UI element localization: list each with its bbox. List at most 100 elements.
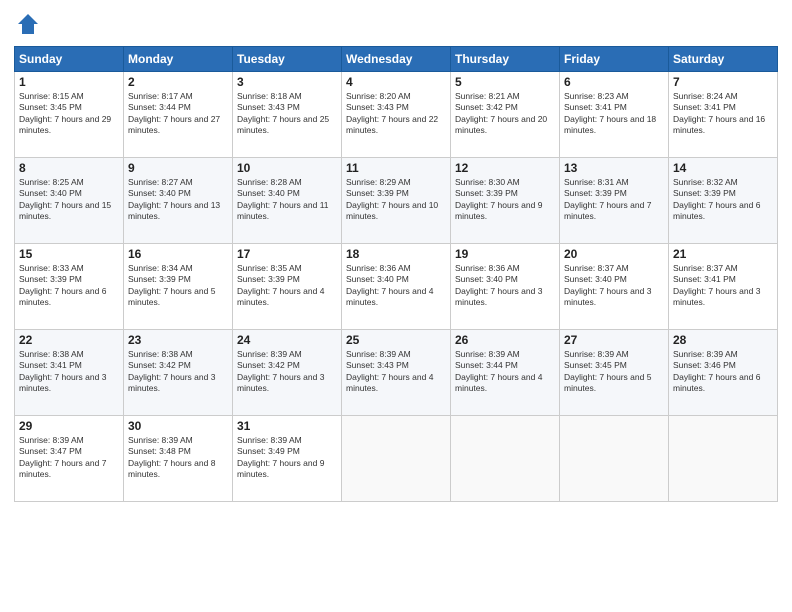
calendar-cell: 13 Sunrise: 8:31 AMSunset: 3:39 PMDayligh…: [560, 158, 669, 244]
calendar-cell: 11Sunrise: 8:29 AMSunset: 3:39 PMDayligh…: [342, 158, 451, 244]
calendar-cell: 21Sunrise: 8:37 AMSunset: 3:41 PMDayligh…: [669, 244, 778, 330]
day-number: 28: [673, 333, 773, 347]
calendar-cell: 29 Sunrise: 8:39 AMSunset: 3:47 PMDayligh…: [15, 416, 124, 502]
calendar-cell: 6Sunrise: 8:23 AMSunset: 3:41 PMDaylight…: [560, 72, 669, 158]
calendar-cell: 31 Sunrise: 8:39 AMSunset: 3:49 PMDayligh…: [233, 416, 342, 502]
day-number: 26: [455, 333, 555, 347]
day-number: 1: [19, 75, 119, 89]
calendar-week-5: 29 Sunrise: 8:39 AMSunset: 3:47 PMDayligh…: [15, 416, 778, 502]
day-info: Sunrise: 8:37 AMSunset: 3:40 PMDaylight:…: [564, 263, 664, 309]
day-info: Sunrise: 8:39 AMSunset: 3:45 PMDaylight:…: [564, 349, 664, 395]
calendar-week-4: 22 Sunrise: 8:38 AMSunset: 3:41 PMDayligh…: [15, 330, 778, 416]
day-number: 11: [346, 161, 446, 175]
day-number: 22: [19, 333, 119, 347]
col-header-friday: Friday: [560, 47, 669, 72]
calendar-week-2: 8Sunrise: 8:25 AMSunset: 3:40 PMDaylight…: [15, 158, 778, 244]
day-info: Sunrise: 8:39 AMSunset: 3:48 PMDaylight:…: [128, 435, 228, 481]
col-header-monday: Monday: [124, 47, 233, 72]
day-number: 17: [237, 247, 337, 261]
day-number: 13: [564, 161, 664, 175]
day-info: Sunrise: 8:39 AMSunset: 3:47 PMDaylight:…: [19, 435, 119, 481]
day-info: Sunrise: 8:34 AMSunset: 3:39 PMDaylight:…: [128, 263, 228, 309]
col-header-thursday: Thursday: [451, 47, 560, 72]
col-header-tuesday: Tuesday: [233, 47, 342, 72]
day-info: Sunrise: 8:15 AMSunset: 3:45 PMDaylight:…: [19, 91, 119, 137]
calendar-cell: [342, 416, 451, 502]
day-number: 23: [128, 333, 228, 347]
calendar-cell: 24 Sunrise: 8:39 AMSunset: 3:42 PMDayligh…: [233, 330, 342, 416]
day-number: 20: [564, 247, 664, 261]
day-number: 24: [237, 333, 337, 347]
day-info: Sunrise: 8:20 AMSunset: 3:43 PMDaylight:…: [346, 91, 446, 137]
calendar-week-1: 1 Sunrise: 8:15 AMSunset: 3:45 PMDaylight…: [15, 72, 778, 158]
calendar-week-3: 15 Sunrise: 8:33 AMSunset: 3:39 PMDayligh…: [15, 244, 778, 330]
day-info: Sunrise: 8:31 AMSunset: 3:39 PMDaylight:…: [564, 177, 664, 223]
day-info: Sunrise: 8:39 AMSunset: 3:43 PMDaylight:…: [346, 349, 446, 395]
day-number: 29: [19, 419, 119, 433]
calendar-cell: 15 Sunrise: 8:33 AMSunset: 3:39 PMDayligh…: [15, 244, 124, 330]
day-info: Sunrise: 8:36 AMSunset: 3:40 PMDaylight:…: [455, 263, 555, 309]
day-info: Sunrise: 8:18 AMSunset: 3:43 PMDaylight:…: [237, 91, 337, 137]
calendar-cell: 18 Sunrise: 8:36 AMSunset: 3:40 PMDayligh…: [342, 244, 451, 330]
day-number: 7: [673, 75, 773, 89]
calendar-cell: 2Sunrise: 8:17 AMSunset: 3:44 PMDaylight…: [124, 72, 233, 158]
calendar-cell: 8Sunrise: 8:25 AMSunset: 3:40 PMDaylight…: [15, 158, 124, 244]
calendar-cell: [451, 416, 560, 502]
logo: [14, 10, 46, 38]
calendar-cell: 16 Sunrise: 8:34 AMSunset: 3:39 PMDayligh…: [124, 244, 233, 330]
calendar-cell: [669, 416, 778, 502]
day-info: Sunrise: 8:28 AMSunset: 3:40 PMDaylight:…: [237, 177, 337, 223]
day-number: 15: [19, 247, 119, 261]
calendar-table: SundayMondayTuesdayWednesdayThursdayFrid…: [14, 46, 778, 502]
calendar-cell: 3 Sunrise: 8:18 AMSunset: 3:43 PMDaylight…: [233, 72, 342, 158]
calendar-cell: 1 Sunrise: 8:15 AMSunset: 3:45 PMDaylight…: [15, 72, 124, 158]
calendar-cell: 20 Sunrise: 8:37 AMSunset: 3:40 PMDayligh…: [560, 244, 669, 330]
col-header-sunday: Sunday: [15, 47, 124, 72]
calendar-cell: 10 Sunrise: 8:28 AMSunset: 3:40 PMDayligh…: [233, 158, 342, 244]
day-number: 19: [455, 247, 555, 261]
day-number: 16: [128, 247, 228, 261]
day-info: Sunrise: 8:32 AMSunset: 3:39 PMDaylight:…: [673, 177, 773, 223]
calendar-cell: 14Sunrise: 8:32 AMSunset: 3:39 PMDayligh…: [669, 158, 778, 244]
day-info: Sunrise: 8:36 AMSunset: 3:40 PMDaylight:…: [346, 263, 446, 309]
day-number: 31: [237, 419, 337, 433]
logo-icon: [14, 10, 42, 38]
day-number: 4: [346, 75, 446, 89]
day-info: Sunrise: 8:39 AMSunset: 3:42 PMDaylight:…: [237, 349, 337, 395]
calendar-cell: 17 Sunrise: 8:35 AMSunset: 3:39 PMDayligh…: [233, 244, 342, 330]
day-info: Sunrise: 8:35 AMSunset: 3:39 PMDaylight:…: [237, 263, 337, 309]
day-info: Sunrise: 8:24 AMSunset: 3:41 PMDaylight:…: [673, 91, 773, 137]
day-info: Sunrise: 8:38 AMSunset: 3:42 PMDaylight:…: [128, 349, 228, 395]
day-number: 10: [237, 161, 337, 175]
day-info: Sunrise: 8:25 AMSunset: 3:40 PMDaylight:…: [19, 177, 119, 223]
calendar-cell: 30 Sunrise: 8:39 AMSunset: 3:48 PMDayligh…: [124, 416, 233, 502]
day-info: Sunrise: 8:21 AMSunset: 3:42 PMDaylight:…: [455, 91, 555, 137]
day-info: Sunrise: 8:39 AMSunset: 3:44 PMDaylight:…: [455, 349, 555, 395]
day-number: 9: [128, 161, 228, 175]
day-info: Sunrise: 8:38 AMSunset: 3:41 PMDaylight:…: [19, 349, 119, 395]
calendar-cell: 22 Sunrise: 8:38 AMSunset: 3:41 PMDayligh…: [15, 330, 124, 416]
day-number: 18: [346, 247, 446, 261]
day-number: 2: [128, 75, 228, 89]
calendar-cell: 28 Sunrise: 8:39 AMSunset: 3:46 PMDayligh…: [669, 330, 778, 416]
day-info: Sunrise: 8:23 AMSunset: 3:41 PMDaylight:…: [564, 91, 664, 137]
day-info: Sunrise: 8:39 AMSunset: 3:49 PMDaylight:…: [237, 435, 337, 481]
calendar-cell: 26 Sunrise: 8:39 AMSunset: 3:44 PMDayligh…: [451, 330, 560, 416]
day-number: 30: [128, 419, 228, 433]
calendar-header-row: SundayMondayTuesdayWednesdayThursdayFrid…: [15, 47, 778, 72]
calendar-cell: 5Sunrise: 8:21 AMSunset: 3:42 PMDaylight…: [451, 72, 560, 158]
day-info: Sunrise: 8:30 AMSunset: 3:39 PMDaylight:…: [455, 177, 555, 223]
col-header-wednesday: Wednesday: [342, 47, 451, 72]
calendar-cell: [560, 416, 669, 502]
calendar-cell: 19 Sunrise: 8:36 AMSunset: 3:40 PMDayligh…: [451, 244, 560, 330]
day-info: Sunrise: 8:33 AMSunset: 3:39 PMDaylight:…: [19, 263, 119, 309]
day-info: Sunrise: 8:39 AMSunset: 3:46 PMDaylight:…: [673, 349, 773, 395]
col-header-saturday: Saturday: [669, 47, 778, 72]
calendar-cell: 25Sunrise: 8:39 AMSunset: 3:43 PMDayligh…: [342, 330, 451, 416]
page-header: [14, 10, 778, 38]
calendar-cell: 23 Sunrise: 8:38 AMSunset: 3:42 PMDayligh…: [124, 330, 233, 416]
calendar-cell: 12Sunrise: 8:30 AMSunset: 3:39 PMDayligh…: [451, 158, 560, 244]
day-number: 27: [564, 333, 664, 347]
day-number: 3: [237, 75, 337, 89]
calendar-cell: 9Sunrise: 8:27 AMSunset: 3:40 PMDaylight…: [124, 158, 233, 244]
